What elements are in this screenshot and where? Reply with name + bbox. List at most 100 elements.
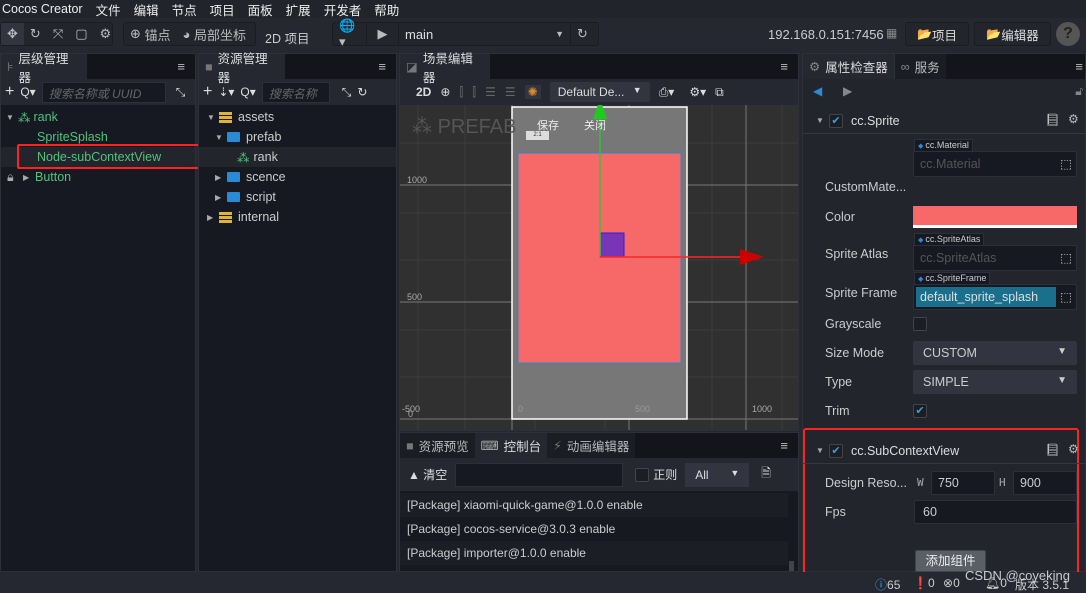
asset-internal[interactable]: ▶ internal <box>199 207 396 227</box>
asset-assets[interactable]: ▼ assets <box>199 107 396 127</box>
trim-checkbox[interactable]: ✔ <box>913 404 927 418</box>
platform-globe-icon[interactable]: 🌐▾ <box>333 18 367 49</box>
add-icon[interactable]: + <box>203 83 212 101</box>
align-icon[interactable]: ☰ <box>485 85 496 99</box>
rect-tool-icon[interactable]: ▢ <box>69 23 93 45</box>
menu-project[interactable]: 项目 <box>210 0 235 19</box>
tab-console[interactable]: ⌨ 控制台 <box>474 433 548 458</box>
sprite-frame-field[interactable]: default_sprite_splash ⬚ <box>913 284 1077 310</box>
subcontext-node[interactable] <box>599 232 625 258</box>
play-icon[interactable]: ▶ <box>367 23 399 45</box>
warn-count[interactable]: ❗0 <box>913 576 935 590</box>
asset-scence[interactable]: ▶ scence <box>199 167 396 187</box>
panel-menu-icon[interactable]: ≡ <box>1075 59 1083 74</box>
panel-menu-icon[interactable]: ≡ <box>780 59 788 74</box>
error-count[interactable]: ⊗0 <box>943 576 960 590</box>
light-icon[interactable]: ✺ <box>524 85 541 99</box>
sprite-atlas-field[interactable]: cc.SpriteAtlas ⬚ <box>913 245 1077 271</box>
grayscale-checkbox[interactable] <box>913 317 927 331</box>
size-mode-select[interactable]: CUSTOM ▼ <box>913 341 1077 365</box>
collapse-arrow-icon[interactable]: ▼ <box>816 116 824 125</box>
tree-node-rank[interactable]: ▼ ⁂ rank <box>1 107 195 127</box>
sprite-component-header[interactable]: ▼ ✔ cc.Sprite 📘︎ ⚙ <box>803 108 1086 134</box>
regex-checkbox[interactable] <box>635 467 650 482</box>
asset-rank[interactable]: ⁂ rank <box>199 147 396 167</box>
log-file-icon[interactable]: 🗎 <box>761 464 771 485</box>
qrcode-icon[interactable]: ▦ <box>886 26 897 40</box>
align-icon[interactable]: ☰ <box>505 85 516 99</box>
open-editor-button[interactable]: 📂 编辑器 <box>974 22 1051 46</box>
menu-help[interactable]: 帮助 <box>374 0 399 19</box>
type-select[interactable]: SIMPLE ▼ <box>913 370 1077 394</box>
menu-developer[interactable]: 开发者 <box>324 0 362 19</box>
scene-select[interactable]: main ▼ <box>399 23 571 45</box>
prefab-close-button[interactable]: 关闭 <box>584 117 606 133</box>
log-level-select[interactable]: All ▼ <box>685 462 750 487</box>
subcontext-component-header[interactable]: ▼ ✔ cc.SubContextView 📘︎ ⚙ <box>803 438 1086 464</box>
tab-scene[interactable]: ◪ 场景编辑器 <box>400 52 490 85</box>
tab-inspector[interactable]: ⚙ 属性检查器 <box>803 54 894 79</box>
refresh-icon[interactable]: ↻ <box>571 23 594 45</box>
zoom-icon[interactable]: ⊕ <box>440 85 450 99</box>
move-tool-icon[interactable]: ✥ <box>1 23 24 45</box>
asset-script[interactable]: ▶ script <box>199 187 396 207</box>
design-height-input[interactable]: 900 <box>1013 471 1077 495</box>
sort-icon[interactable]: ⇣▾ <box>218 85 234 99</box>
tab-animation-editor[interactable]: ⚡ 动画编辑器 <box>547 433 636 458</box>
asset-picker-icon[interactable]: ⬚ <box>1060 156 1072 171</box>
clear-button[interactable]: ▲ 清空 <box>408 466 447 483</box>
layout-icon[interactable]: ⧉ <box>715 85 724 100</box>
sprite-enabled-checkbox[interactable]: ✔ <box>829 114 843 128</box>
camera-select[interactable]: Default De... ▼ <box>549 82 650 102</box>
search-filter-icon[interactable]: Q▾ <box>240 85 255 99</box>
tab-services[interactable]: ∞ 服务 <box>893 54 946 79</box>
fps-input[interactable]: 60 <box>914 500 1077 524</box>
color-picker[interactable] <box>913 206 1077 228</box>
local-coords-button[interactable]: ◕ 局部坐标 <box>177 23 253 45</box>
x-axis-arrow[interactable] <box>740 249 764 265</box>
add-icon[interactable]: + <box>5 83 14 101</box>
help-button[interactable]: ? <box>1056 22 1080 46</box>
scene-viewport[interactable]: ⁂ PREFAB 保存 关闭 2:1 1000 500 -500 0 0 500… <box>400 105 798 430</box>
menu-node[interactable]: 节点 <box>172 0 197 19</box>
gear-icon[interactable]: ⚙ <box>1068 442 1079 456</box>
back-arrow-icon[interactable]: ◀ <box>813 84 822 98</box>
scale-tool-icon[interactable]: ⤧ <box>47 23 69 45</box>
open-project-button[interactable]: 📂 项目 <box>905 22 969 46</box>
anchor-button[interactable]: ⊕ 锚点 <box>124 23 177 45</box>
rotate-tool-icon[interactable]: ↻ <box>24 23 47 45</box>
tab-asset-preview[interactable]: ■ 资源预览 <box>400 433 475 458</box>
lock-icon[interactable]: 🔓︎ <box>1075 84 1083 99</box>
menu-edit[interactable]: 编辑 <box>134 0 159 19</box>
gear-icon[interactable]: ⚙ <box>94 23 118 45</box>
collapse-icon[interactable]: ⤡ <box>176 85 186 100</box>
scrollbar[interactable] <box>789 561 794 571</box>
menu-file[interactable]: 文件 <box>96 0 121 19</box>
align-icon[interactable]: ⫿ <box>472 85 476 100</box>
settings-icon[interactable]: ⚙▾ <box>689 85 706 99</box>
asset-picker-icon[interactable]: ⬚ <box>1060 289 1072 304</box>
gear-icon[interactable]: ⚙ <box>1068 112 1079 126</box>
design-width-input[interactable]: 750 <box>931 471 995 495</box>
tree-node-subcontextview[interactable]: Node-subContextView <box>1 144 205 169</box>
panel-menu-icon[interactable]: ≡ <box>378 59 386 74</box>
menu-extension[interactable]: 扩展 <box>286 0 311 19</box>
tree-node-button[interactable]: 🔒︎ ▶ Button <box>1 167 195 187</box>
help-book-icon[interactable]: 📘︎ <box>1045 113 1060 127</box>
panel-menu-icon[interactable]: ≡ <box>780 438 788 453</box>
forward-arrow-icon[interactable]: ▶ <box>843 84 852 98</box>
help-book-icon[interactable]: 📘︎ <box>1045 443 1060 457</box>
refresh-icon[interactable]: ↻ <box>357 85 367 99</box>
collapse-arrow-icon[interactable]: ▼ <box>816 446 824 455</box>
camera-icon[interactable]: ⎙▾ <box>659 85 675 100</box>
asset-picker-icon[interactable]: ⬚ <box>1060 250 1072 265</box>
custom-material-field[interactable]: cc.Material ⬚ <box>913 151 1077 177</box>
info-count[interactable]: ⓘ65 <box>875 576 900 593</box>
2d-toggle[interactable]: 2D <box>416 85 431 99</box>
console-filter-input[interactable] <box>455 462 624 487</box>
subcontext-enabled-checkbox[interactable]: ✔ <box>829 444 843 458</box>
tab-hierarchy[interactable]: ⊧ 层级管理器 <box>1 52 87 85</box>
align-icon[interactable]: ⫿ <box>459 85 463 100</box>
search-filter-icon[interactable]: Q▾ <box>20 85 35 99</box>
menu-panel[interactable]: 面板 <box>248 0 273 19</box>
